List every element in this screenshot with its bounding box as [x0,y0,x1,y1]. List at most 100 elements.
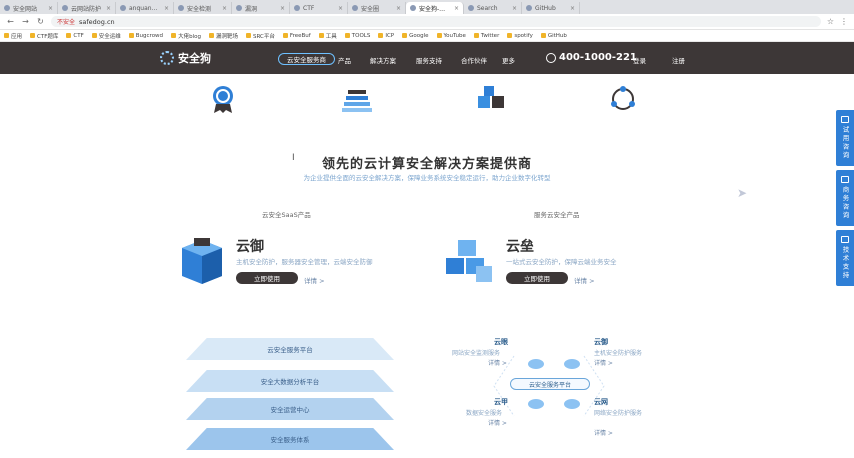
address-bar: ← → ↻ 不安全 safedog.cn ☆ ⋮ [0,14,854,30]
bookmark-icon [128,33,134,38]
close-icon[interactable]: × [338,5,343,12]
bookmark-item[interactable]: CTF [66,33,84,39]
register-link[interactable]: 注册 [672,55,685,65]
bookmark-item[interactable]: spotify [507,33,533,39]
browser-tab[interactable]: 漏洞 × [232,2,290,14]
forward-icon[interactable]: → [21,17,30,26]
bookmark-item[interactable]: CTF题库 [30,32,58,40]
bookmark-item[interactable]: ICP [378,33,394,39]
bookmark-icon [473,33,479,38]
browser-tab-strip: 安全网站×云网站防护×anquanbao.com×安全检测×漏洞×CTF×安全圈… [0,0,854,14]
bookmark-item[interactable]: 大佬blog [171,32,201,40]
float-tech-support[interactable]: 技术支持 [836,230,854,286]
bookmark-item[interactable]: Google [402,33,429,39]
yunyu-box-icon [182,238,222,284]
node-3-desc: 数据安全服务 [466,410,503,417]
node-2-desc: 主机安全防护服务 [594,350,643,357]
close-icon[interactable]: × [570,5,575,12]
browser-tab[interactable]: 安全网站 × [0,2,58,14]
favicon-icon [4,5,10,11]
right-product-desc: 一站式云安全防护，保障云端业务安全 [506,258,617,266]
left-product-name: 云御 [236,239,264,255]
browser-tab[interactable]: 安全狗-云安全服务× [406,2,464,14]
nav-services[interactable]: 服务支持 [416,55,442,65]
browser-tab[interactable]: 安全圈 × [348,2,406,14]
browser-tab[interactable]: CTF × [290,2,348,14]
close-icon[interactable]: × [48,5,53,12]
browser-tab[interactable]: 安全检测 × [174,2,232,14]
float-business-consult[interactable]: 商务咨询 [836,170,854,226]
bookmark-item[interactable]: YouTube [436,33,466,39]
favicon-icon [120,5,126,11]
bookmark-item[interactable]: 安全运维 [91,32,121,40]
logo-text: 安全狗 [178,52,211,65]
left-product-button[interactable]: 立即使用 [236,272,298,284]
nav-more[interactable]: 更多 [502,55,515,65]
bookmark-icon [4,33,9,38]
close-icon[interactable]: × [280,5,285,12]
yunlei-cubes-icon [446,240,492,282]
bookmark-item[interactable]: FreeBuf [282,33,311,39]
bookmark-icon [91,33,97,38]
node-1-title: 云眼 [494,338,508,346]
bookmark-icon [245,33,251,38]
favicon-icon [62,5,68,11]
bookmark-item[interactable]: TOOLS [344,33,370,39]
close-icon[interactable]: × [396,5,401,12]
layers-icon [342,90,372,112]
right-product-button[interactable]: 立即使用 [506,272,568,284]
bookmark-icon [66,33,72,38]
node-3-title: 云甲 [494,398,508,406]
node-2-link[interactable]: 详情 > [594,358,613,367]
left-col-tag: 云安全SaaS产品 [262,211,311,219]
float-trial-consult[interactable]: 试用咨询 [836,110,854,166]
nav-partners[interactable]: 合作伙伴 [461,55,487,65]
star-icon[interactable]: ☆ [827,17,834,26]
url-text: safedog.cn [79,17,115,26]
layer-4: 安全服务体系 [186,428,394,450]
chat-icon [841,116,849,123]
cloud-security-pill[interactable]: 云安全服务商 [278,53,335,65]
favicon-icon [236,5,242,11]
node-2-title: 云御 [594,338,608,346]
bookmark-item[interactable]: 应用 [4,32,22,40]
site-logo[interactable]: 安全狗 [160,50,211,66]
close-icon[interactable]: × [164,5,169,12]
bookmark-icon [282,33,288,38]
nav-products[interactable]: 产品 [338,55,351,65]
bookmark-item[interactable]: 漏洞靶场 [208,32,238,40]
close-icon[interactable]: × [222,5,227,12]
node-4-link[interactable]: 详情 > [594,428,613,437]
right-product-name: 云垒 [506,239,534,255]
left-product-more[interactable]: 详情 > [304,275,325,285]
not-secure-label: 不安全 [57,19,76,26]
phone-small-icon [841,176,849,183]
close-icon[interactable]: × [454,5,459,12]
back-icon[interactable]: ← [6,17,15,26]
bookmark-item[interactable]: SRC平台 [245,32,275,40]
login-link[interactable]: 登录 [633,55,646,65]
bookmark-item[interactable]: GitHub [540,33,567,39]
close-icon[interactable]: × [106,5,111,12]
bookmark-item[interactable]: Bugcrowd [128,33,163,39]
bookmark-item[interactable]: 工具 [318,32,337,40]
phone-icon [546,52,556,63]
browser-tab[interactable]: Search × [464,2,522,14]
bookmark-item[interactable]: Twitter [473,33,499,39]
node-3-link[interactable]: 详情 > [488,418,507,427]
menu-icon[interactable]: ⋮ [840,17,848,26]
browser-tab[interactable]: anquanbao.com× [116,2,174,14]
reload-icon[interactable]: ↻ [36,17,45,26]
url-input[interactable]: 不安全 safedog.cn [51,16,821,27]
bookmarks-bar: 应用 CTF题库 CTF 安全运维 Bugcrowd 大佬blog 漏洞靶场 SRC平台 Fre… [0,30,854,42]
browser-tab[interactable]: 云网站防护 × [58,2,116,14]
bookmark-icon [344,33,350,38]
browser-tab[interactable]: GitHub × [522,2,580,14]
node-1-link[interactable]: 详情 > [488,358,507,367]
logo-mark-icon [160,51,174,65]
nav-solutions[interactable]: 解决方案 [370,55,396,65]
close-icon[interactable]: × [512,5,517,12]
right-product-more[interactable]: 详情 > [574,275,595,285]
favicon-icon [410,5,416,11]
section-subtitle: 为企业提供全面的云安全解决方案，保障业务系统安全稳定运行，助力企业数字化转型 [303,174,551,182]
